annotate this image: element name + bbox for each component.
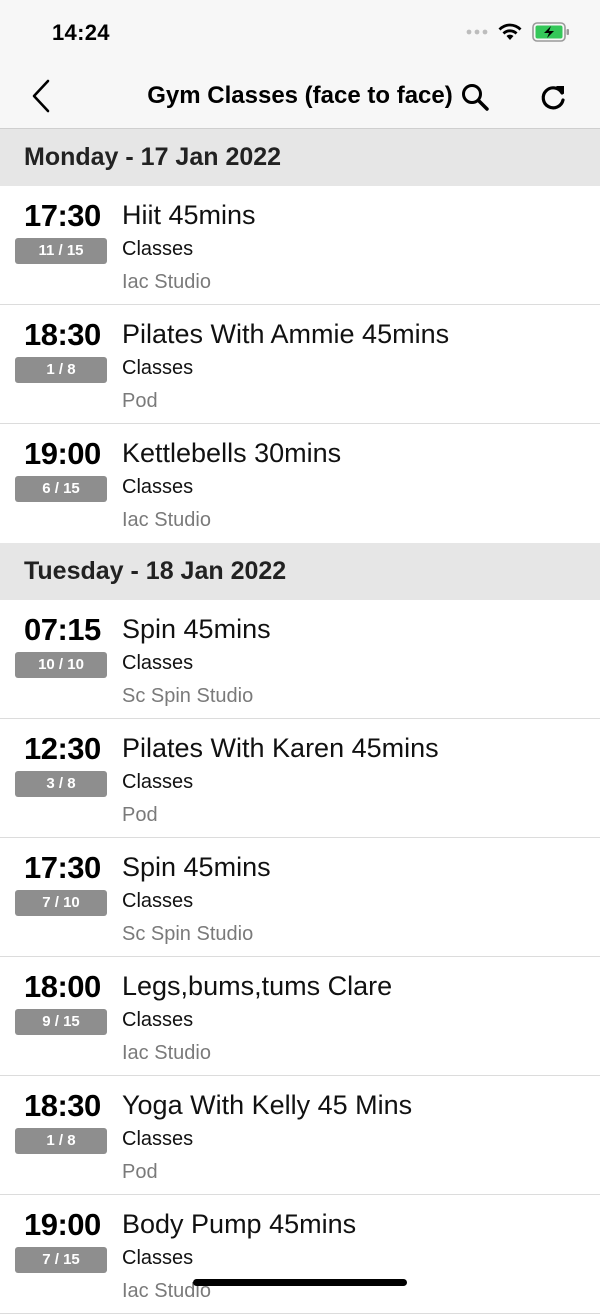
class-type: Classes xyxy=(122,357,194,379)
status-icons xyxy=(466,22,570,42)
class-name: Legs,bums,tums Clare xyxy=(122,971,393,1001)
status-time: 14:24 xyxy=(52,20,110,45)
class-location: Pod xyxy=(122,804,158,826)
class-name: Hiit 45mins xyxy=(122,200,256,230)
class-type: Classes xyxy=(122,1009,194,1031)
class-row[interactable]: 19:00 6 / 15 Kettlebells 30mins Classes … xyxy=(0,424,600,543)
class-time: 18:00 xyxy=(24,969,101,1004)
class-time: 17:30 xyxy=(24,198,101,233)
class-row[interactable]: 17:30 7 / 10 Spin 45mins Classes Sc Spin… xyxy=(0,838,600,957)
class-location: Pod xyxy=(122,1161,158,1183)
class-type: Classes xyxy=(122,1247,194,1269)
spaces-badge: 9 / 15 xyxy=(15,1009,107,1035)
class-time: 07:15 xyxy=(24,612,101,647)
class-type: Classes xyxy=(122,1128,194,1150)
class-location: Iac Studio xyxy=(122,1042,211,1064)
class-location: Sc Spin Studio xyxy=(122,685,254,707)
day-header-monday: Monday - 17 Jan 2022 xyxy=(0,129,600,186)
spaces-badge: 7 / 15 xyxy=(15,1247,107,1273)
class-location: Sc Spin Studio xyxy=(122,923,254,945)
class-name: Body Pump 45mins xyxy=(122,1209,357,1239)
class-time: 18:30 xyxy=(24,317,101,352)
spaces-badge: 10 / 10 xyxy=(15,652,107,678)
class-name: Yoga With Kelly 45 Mins xyxy=(122,1090,413,1120)
class-row[interactable]: 19:00 7 / 15 Body Pump 45mins Classes Ia… xyxy=(0,1195,600,1314)
spaces-badge: 7 / 10 xyxy=(15,890,107,916)
class-row[interactable]: 18:00 9 / 15 Legs,bums,tums Clare Classe… xyxy=(0,957,600,1076)
class-row[interactable]: 07:15 10 / 10 Spin 45mins Classes Sc Spi… xyxy=(0,600,600,719)
page-title: Gym Classes (face to face) xyxy=(147,82,453,109)
class-row[interactable]: 12:30 3 / 8 Pilates With Karen 45mins Cl… xyxy=(0,719,600,838)
class-name: Spin 45mins xyxy=(122,614,271,644)
status-bar: 14:24 xyxy=(0,0,600,66)
class-time: 17:30 xyxy=(24,850,101,885)
class-location: Pod xyxy=(122,390,158,412)
class-row[interactable]: 17:30 11 / 15 Hiit 45mins Classes Iac St… xyxy=(0,186,600,305)
spaces-badge: 11 / 15 xyxy=(15,238,107,264)
class-time: 12:30 xyxy=(24,731,101,766)
class-type: Classes xyxy=(122,652,194,674)
class-type: Classes xyxy=(122,771,194,793)
home-indicator[interactable] xyxy=(193,1279,407,1286)
day-header-tuesday: Tuesday - 18 Jan 2022 xyxy=(0,543,600,600)
refresh-icon[interactable] xyxy=(536,80,570,114)
class-name: Pilates With Karen 45mins xyxy=(122,733,439,763)
wifi-icon xyxy=(498,23,522,40)
class-type: Classes xyxy=(122,890,194,912)
class-location: Iac Studio xyxy=(122,509,211,531)
spaces-badge: 6 / 15 xyxy=(15,476,107,502)
signal-dots-icon xyxy=(466,29,488,35)
class-list: Monday - 17 Jan 2022 17:30 11 / 15 Hiit … xyxy=(0,129,600,1314)
spaces-badge: 3 / 8 xyxy=(15,771,107,797)
class-time: 19:00 xyxy=(24,1207,101,1242)
class-name: Spin 45mins xyxy=(122,852,271,882)
battery-charging-icon xyxy=(532,22,569,42)
class-type: Classes xyxy=(122,476,194,498)
class-row[interactable]: 18:30 1 / 8 Yoga With Kelly 45 Mins Clas… xyxy=(0,1076,600,1195)
class-location: Iac Studio xyxy=(122,271,211,293)
class-row[interactable]: 18:30 1 / 8 Pilates With Ammie 45mins Cl… xyxy=(0,305,600,424)
spaces-badge: 1 / 8 xyxy=(15,1128,107,1154)
class-name: Pilates With Ammie 45mins xyxy=(122,319,450,349)
class-time: 19:00 xyxy=(24,436,101,471)
class-name: Kettlebells 30mins xyxy=(122,438,342,468)
spaces-badge: 1 / 8 xyxy=(15,357,107,383)
search-icon[interactable] xyxy=(458,80,492,114)
class-time: 18:30 xyxy=(24,1088,101,1123)
class-type: Classes xyxy=(122,238,194,260)
navigation-bar: Gym Classes (face to face) xyxy=(0,66,600,129)
